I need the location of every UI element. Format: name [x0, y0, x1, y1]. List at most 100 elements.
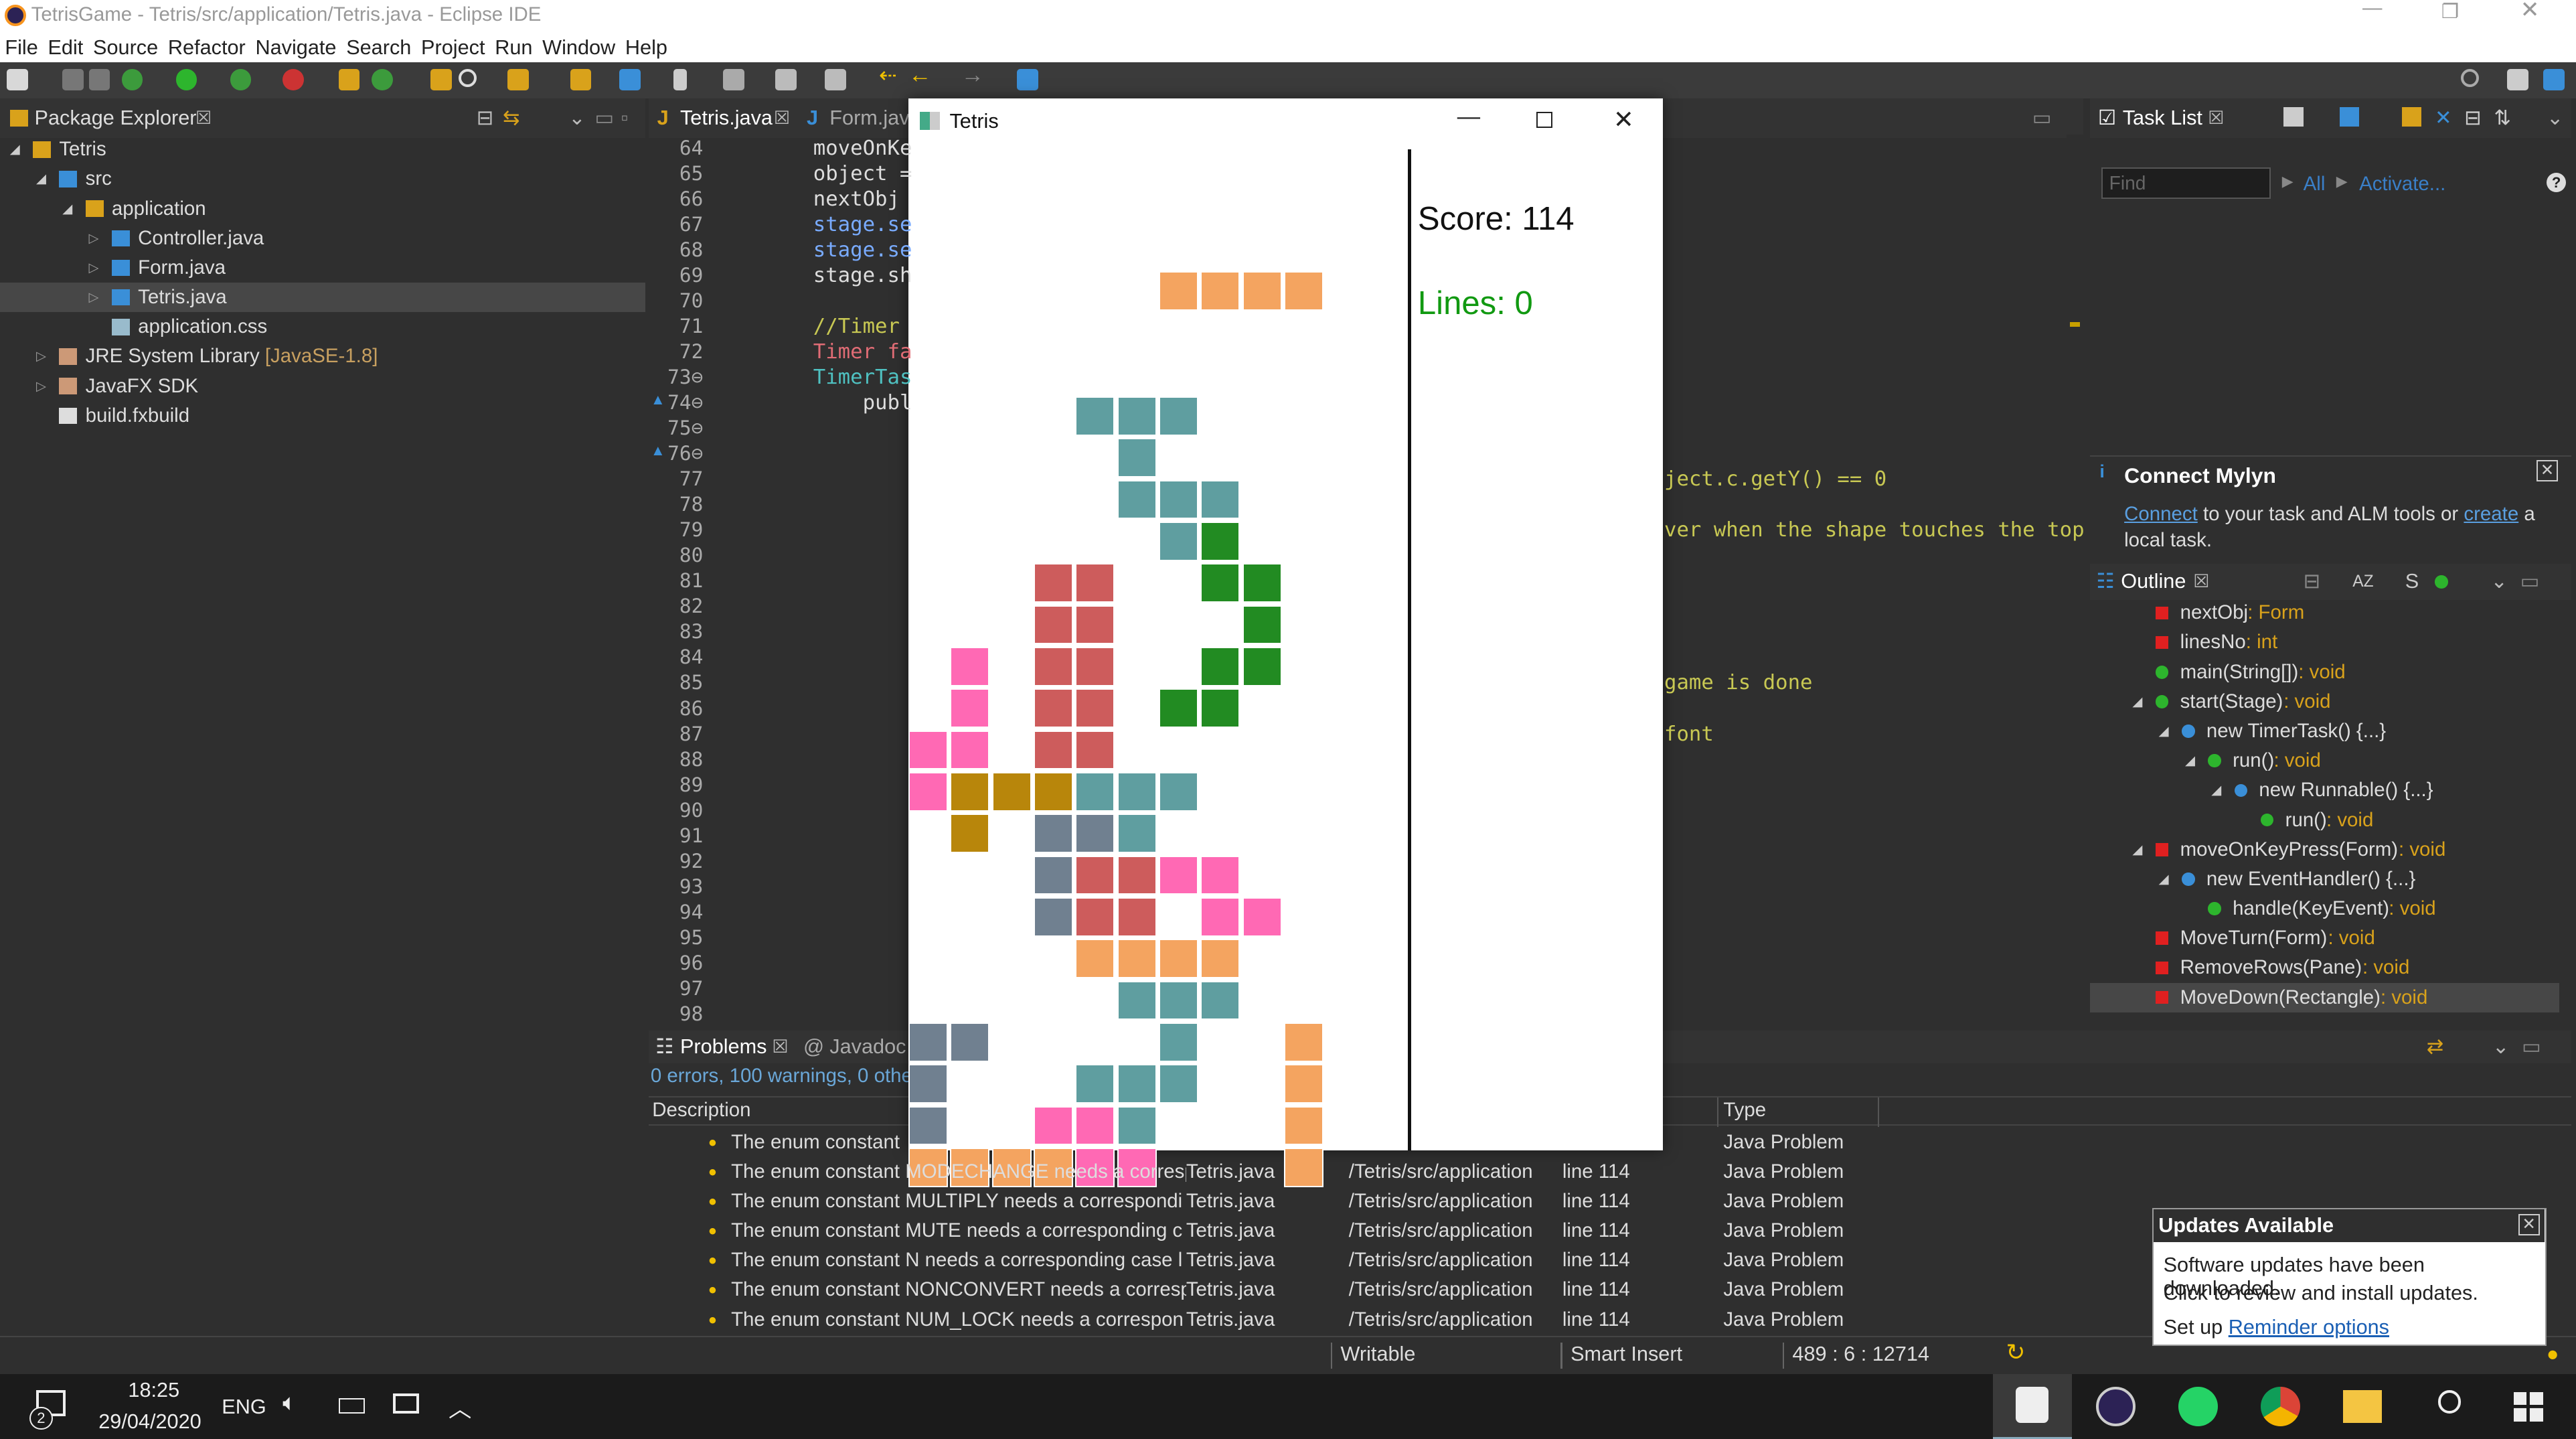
- close-tab-icon[interactable]: ☒: [772, 1031, 788, 1063]
- collapse-all-icon[interactable]: ⊟: [477, 98, 494, 138]
- collapse-all-icon[interactable]: ⊟: [2304, 564, 2321, 600]
- tree-item[interactable]: ◢ application: [0, 194, 645, 224]
- column-description[interactable]: Description: [652, 1099, 750, 1122]
- javadoc-tab[interactable]: Javadoc: [829, 1031, 906, 1063]
- tetris-close-button[interactable]: ✕: [1613, 105, 1634, 134]
- cursor-position[interactable]: 489 : 6 : 12714: [1792, 1343, 1929, 1366]
- outline-item[interactable]: linesNo : int: [2090, 627, 2560, 657]
- close-tab-icon[interactable]: ☒: [774, 98, 790, 138]
- task-icon[interactable]: [507, 69, 530, 90]
- code-line[interactable]: game is done: [1664, 671, 1812, 694]
- back-icon[interactable]: ⇠: [879, 62, 900, 87]
- next-annotation-icon[interactable]: [775, 69, 797, 90]
- create-link[interactable]: create: [2464, 503, 2518, 525]
- menu-navigate[interactable]: Navigate: [250, 33, 341, 62]
- expand-arrow-icon[interactable]: ◢: [62, 194, 72, 224]
- tree-item[interactable]: build.fxbuild: [0, 401, 645, 431]
- toggle-breadcrumb-icon[interactable]: [619, 69, 641, 90]
- table-row[interactable]: ● The enum constant NUM_LOCK needs a corr…: [649, 1305, 2555, 1335]
- tree-item[interactable]: ▷ JavaFX SDK: [0, 372, 645, 401]
- menu-run[interactable]: Run: [490, 33, 538, 62]
- outline-item[interactable]: MoveDown(Rectangle) : void: [2089, 982, 2560, 1012]
- outline-item[interactable]: ◢ start(Stage) : void: [2090, 687, 2560, 716]
- code-line[interactable]: nextObj: [813, 187, 912, 211]
- minimize-view-icon[interactable]: ▭: [594, 98, 614, 138]
- view-menu-icon[interactable]: ⌄: [2547, 98, 2564, 138]
- tree-item[interactable]: application.css: [0, 312, 645, 342]
- minimize-view-icon[interactable]: ▭: [2522, 1031, 2541, 1063]
- outline-tab[interactable]: Outline: [2121, 564, 2186, 600]
- outline-item[interactable]: main(String[]) : void: [2090, 658, 2560, 687]
- table-row[interactable]: ● The enum constant N needs a correspondi…: [649, 1245, 2555, 1275]
- debug-icon[interactable]: [121, 69, 143, 90]
- minimize-button[interactable]: —: [2362, 0, 2382, 19]
- hide-fields-icon[interactable]: S: [2405, 564, 2419, 600]
- code-line[interactable]: ject.c.getY() == 0: [1664, 467, 1886, 491]
- view-menu-icon[interactable]: ⌄: [2490, 564, 2508, 600]
- close-panel-icon[interactable]: ✕: [2537, 459, 2558, 481]
- table-row[interactable]: ● The enum constant MODECHANGE needs a co…: [649, 1157, 2555, 1187]
- table-row[interactable]: ● The enum constant MUTE needs a correspo…: [649, 1216, 2555, 1245]
- outline-item[interactable]: MoveTurn(Form) : void: [2090, 923, 2560, 953]
- sync-icon[interactable]: ⇅: [2494, 98, 2511, 138]
- file-explorer-icon[interactable]: [2342, 1390, 2383, 1424]
- expand-arrow-icon[interactable]: ◢: [2132, 687, 2142, 716]
- outline-item[interactable]: handle(KeyEvent) : void: [2090, 894, 2560, 923]
- open-perspective-icon[interactable]: [2506, 69, 2528, 90]
- search-icon[interactable]: [458, 69, 477, 88]
- show-whitespace-icon[interactable]: [673, 69, 687, 90]
- close-tab-icon[interactable]: ☒: [2208, 98, 2224, 138]
- edit-icon[interactable]: [570, 69, 592, 90]
- menu-edit[interactable]: Edit: [43, 33, 88, 62]
- expand-arrow-icon[interactable]: ◢: [2159, 864, 2169, 894]
- new-icon[interactable]: [6, 69, 28, 90]
- menu-refactor[interactable]: Refactor: [163, 33, 251, 62]
- outline-item[interactable]: run() : void: [2090, 806, 2560, 835]
- network-icon[interactable]: [392, 1393, 419, 1414]
- code-line[interactable]: moveOnKe: [813, 137, 912, 160]
- focus-icon[interactable]: [2401, 106, 2422, 127]
- collapse-arrow-icon[interactable]: ▷: [89, 224, 99, 253]
- expand-icon[interactable]: ⊟: [2464, 98, 2482, 138]
- tree-item[interactable]: ▷ Form.java: [0, 253, 645, 283]
- collapse-arrow-icon[interactable]: ▷: [36, 342, 46, 371]
- run-icon[interactable]: [175, 69, 197, 90]
- clock-date[interactable]: 29/04/2020: [98, 1410, 201, 1434]
- problems-tab[interactable]: Problems: [680, 1031, 767, 1063]
- menu-source[interactable]: Source: [88, 33, 163, 62]
- external-tools-icon[interactable]: [283, 69, 304, 90]
- connect-link[interactable]: Connect: [2124, 503, 2198, 525]
- forward-arrow-icon[interactable]: →: [961, 62, 984, 88]
- expand-arrow-icon[interactable]: ◢: [2185, 746, 2195, 775]
- save-all-icon[interactable]: [88, 69, 110, 90]
- new-task-icon[interactable]: [2283, 106, 2304, 127]
- tree-item[interactable]: ▷ Tetris.java: [0, 283, 646, 313]
- close-tab-icon[interactable]: ☒: [2193, 564, 2209, 600]
- minimize-editor-icon[interactable]: ▭: [2032, 98, 2052, 138]
- search-taskbar-icon[interactable]: [2437, 1390, 2462, 1414]
- close-tab-icon[interactable]: ☒: [195, 98, 212, 138]
- table-row[interactable]: ● The enum constant MULTIPLY needs a corr…: [649, 1187, 2555, 1216]
- filter-icon[interactable]: ⇄: [2427, 1031, 2444, 1063]
- taskbar-java-app[interactable]: [1992, 1373, 2072, 1439]
- windows-start-icon[interactable]: [2513, 1391, 2543, 1422]
- clock-time[interactable]: 18:25: [128, 1379, 179, 1402]
- find-input-box[interactable]: Find: [2101, 167, 2271, 199]
- code-line[interactable]: publ: [813, 391, 912, 414]
- tetris-minimize-button[interactable]: —: [1457, 104, 1480, 130]
- volume-icon[interactable]: 🔈︎: [283, 1390, 297, 1416]
- open-type-icon[interactable]: [430, 69, 452, 90]
- back-arrow-icon[interactable]: ←: [908, 62, 931, 88]
- outline-item[interactable]: ◢ moveOnKeyPress(Form) : void: [2090, 835, 2560, 864]
- pin-icon[interactable]: [1017, 69, 1038, 90]
- all-link[interactable]: All: [2304, 173, 2326, 196]
- expand-arrow-icon[interactable]: ◢: [2159, 716, 2169, 746]
- code-line[interactable]: Timer fa: [813, 340, 912, 364]
- code-line[interactable]: stage.se: [813, 238, 912, 262]
- eclipse-taskbar-icon[interactable]: [2096, 1387, 2136, 1427]
- tetris-maximize-button[interactable]: [1536, 111, 1553, 129]
- restore-button[interactable]: ❐: [2441, 0, 2459, 23]
- code-line[interactable]: //Timer: [813, 315, 912, 338]
- editor-tab-form[interactable]: Form.jav: [829, 98, 909, 138]
- tree-item[interactable]: ◢ src: [0, 164, 645, 194]
